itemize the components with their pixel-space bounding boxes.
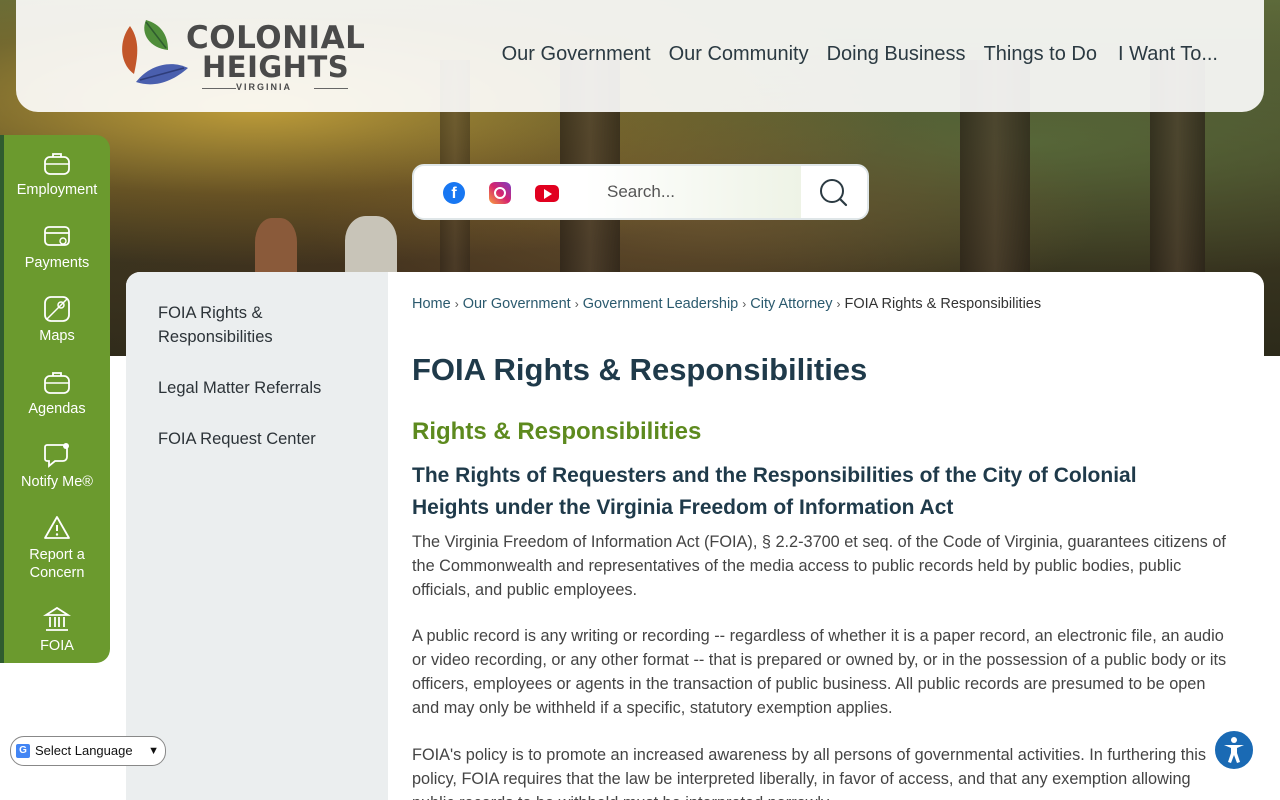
sub-title: The Rights of Requesters and the Respons… [412, 464, 1137, 519]
quick-link-label: Agendas [28, 401, 86, 417]
search-button[interactable] [801, 166, 867, 218]
nav-i-want-to[interactable]: I Want To... [1118, 43, 1218, 66]
accessibility-icon [1224, 737, 1244, 763]
paragraph-public-record: A public record is any writing or record… [412, 627, 1227, 717]
breadcrumb-our-government[interactable]: Our Government [463, 296, 571, 312]
nav-our-government[interactable]: Our Government [502, 43, 651, 66]
site-header: COLONIAL HEIGHTS VIRGINIA Our Government… [16, 0, 1264, 112]
sidenav-foia-request-center[interactable]: FOIA Request Center [158, 427, 316, 451]
paragraph-intro: The Virginia Freedom of Information Act … [412, 533, 1226, 599]
nav-things-to-do[interactable]: Things to Do [984, 43, 1097, 66]
breadcrumb-government-leadership[interactable]: Government Leadership [583, 296, 739, 312]
facebook-icon[interactable]: f [443, 182, 465, 204]
city-logo[interactable]: COLONIAL HEIGHTS VIRGINIA [116, 14, 365, 96]
warning-icon [44, 516, 70, 539]
quick-link-label: Notify Me® [21, 474, 93, 490]
quick-link-report-concern[interactable]: Report a Concern [4, 514, 110, 582]
content-panel: FOIA Rights & Responsibilities Legal Mat… [126, 272, 1264, 800]
chat-icon [44, 443, 69, 468]
section-title: Rights & Responsibilities [412, 418, 702, 445]
sidenav-legal-matter-referrals[interactable]: Legal Matter Referrals [158, 376, 321, 400]
page-title: FOIA Rights & Responsibilities [412, 352, 868, 387]
search-input[interactable] [585, 166, 801, 218]
quick-link-foia[interactable]: FOIA [4, 605, 110, 655]
building-icon [43, 606, 71, 631]
language-select[interactable]: G Select Language ▼ [10, 736, 166, 766]
briefcase-icon [44, 153, 70, 175]
quick-link-notify-me[interactable]: Notify Me® [4, 441, 110, 491]
logo-rule [202, 88, 236, 89]
chevron-down-icon: ▼ [148, 745, 159, 757]
instagram-icon[interactable] [489, 182, 511, 204]
logo-line2: HEIGHTS [202, 50, 350, 84]
briefcase-icon [44, 372, 70, 394]
language-select-label: Select Language [35, 743, 133, 758]
leaves-logo-icon [122, 20, 188, 85]
breadcrumb-current: FOIA Rights & Responsibilities [844, 296, 1042, 312]
breadcrumb-city-attorney[interactable]: City Attorney [750, 296, 832, 312]
quick-link-label: Employment [16, 182, 98, 198]
section-sidenav: FOIA Rights & Responsibilities Legal Mat… [126, 272, 388, 800]
logo-line3: VIRGINIA [236, 82, 293, 92]
breadcrumb-home[interactable]: Home [412, 296, 451, 312]
quick-links-bar: Employment Payments Maps Agendas Notify … [0, 135, 110, 663]
card-icon [44, 226, 70, 246]
quick-link-employment[interactable]: Employment [4, 149, 110, 199]
quick-link-label: FOIA [40, 638, 74, 654]
paragraph-policy: FOIA's policy is to promote an increased… [412, 746, 1207, 800]
quick-link-label: Report a Concern [29, 547, 85, 581]
quick-link-agendas[interactable]: Agendas [4, 368, 110, 418]
accessibility-button[interactable] [1213, 729, 1255, 771]
nav-doing-business[interactable]: Doing Business [827, 43, 966, 66]
quick-link-payments[interactable]: Payments [4, 222, 110, 272]
social-search-bar: f [412, 164, 869, 220]
quick-link-label: Maps [39, 328, 75, 344]
breadcrumb: Home › Our Government › Government Leadershi… [412, 296, 1042, 312]
google-translate-icon: G [16, 744, 30, 758]
search-icon [820, 179, 848, 207]
logo-rule [314, 88, 348, 89]
youtube-icon[interactable] [535, 185, 559, 202]
nav-our-community[interactable]: Our Community [669, 43, 809, 66]
quick-link-label: Payments [24, 255, 90, 271]
sidenav-foia-rights[interactable]: FOIA Rights & Responsibilities [158, 301, 358, 349]
map-icon [44, 296, 70, 322]
quick-link-maps[interactable]: Maps [4, 295, 110, 345]
main-nav: Our Government Our Community Doing Busin… [502, 43, 1218, 66]
